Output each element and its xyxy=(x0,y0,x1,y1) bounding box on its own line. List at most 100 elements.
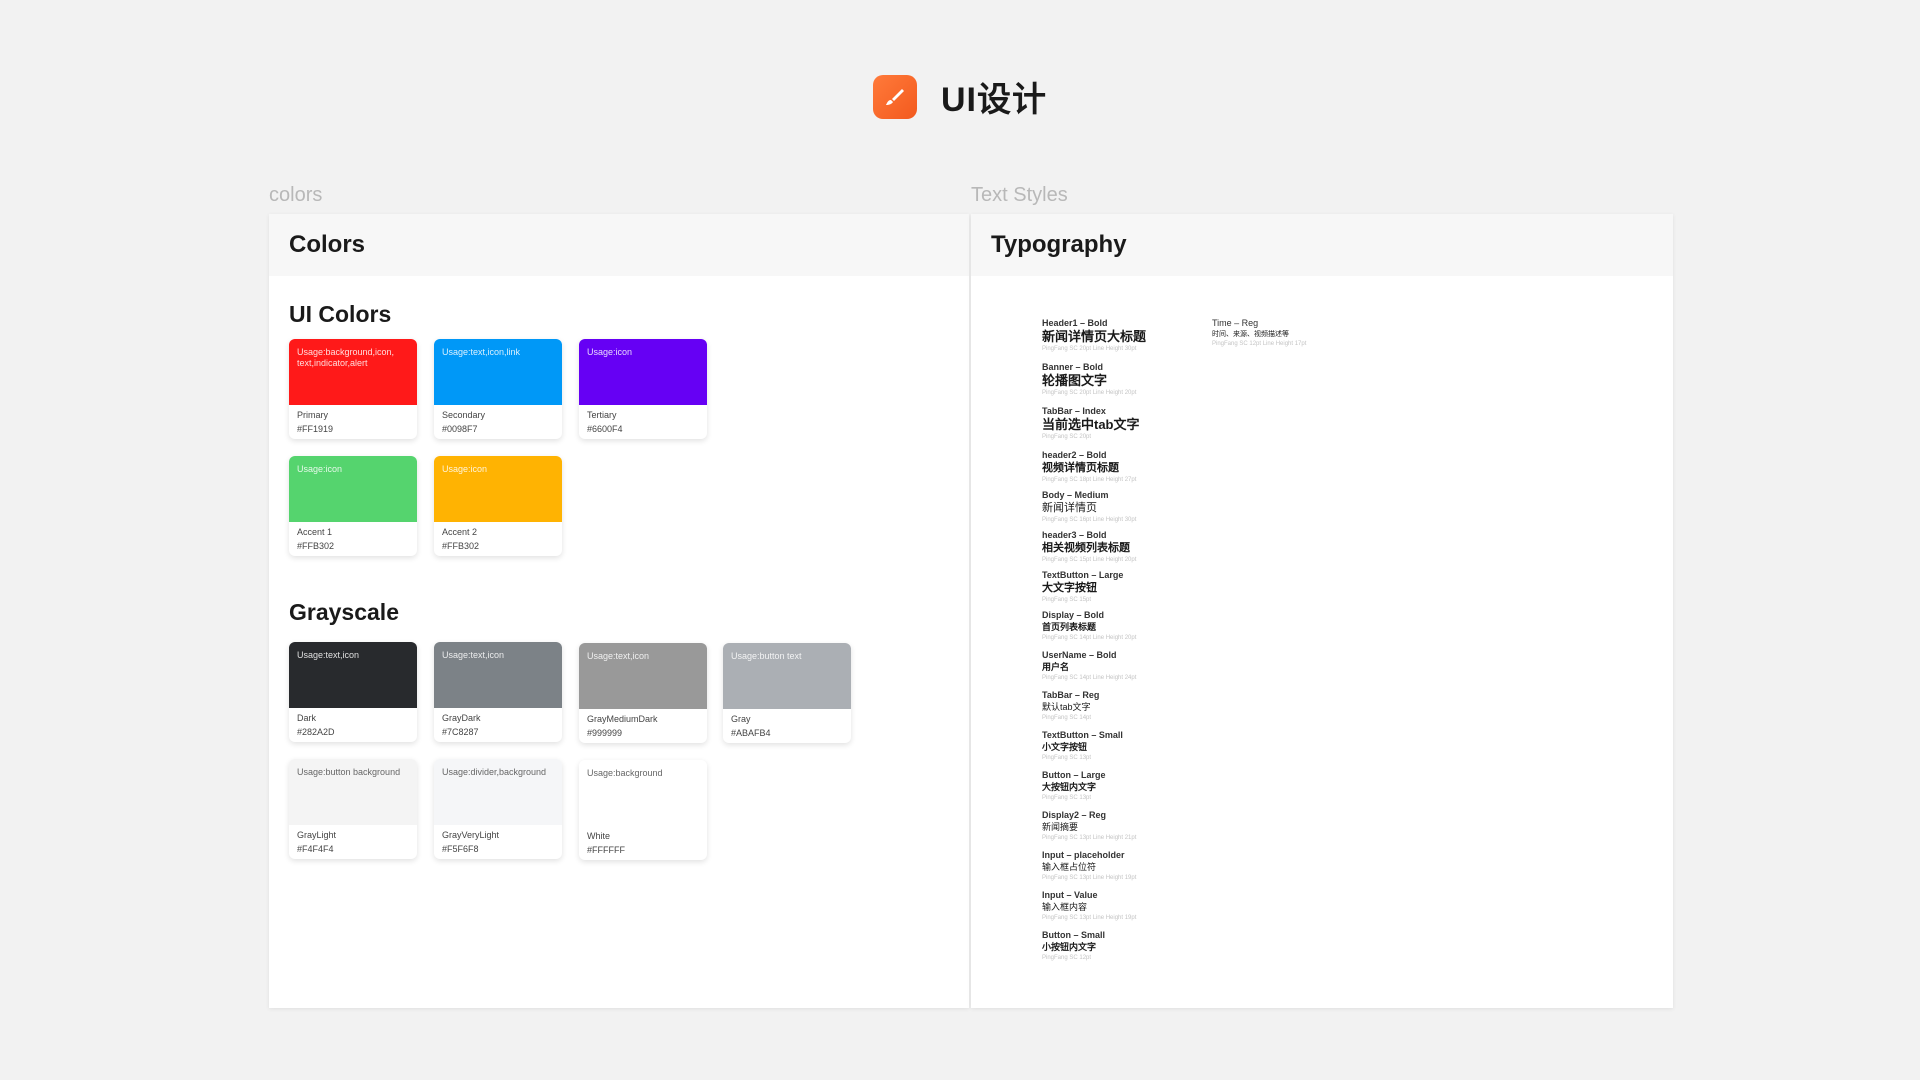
type-label: Input – Value xyxy=(1042,890,1098,900)
swatch-usage: Usage:divider,background xyxy=(442,767,547,777)
colors-board-header: Colors xyxy=(269,214,969,276)
text-styles-caption: Text Styles xyxy=(971,184,1068,206)
swatch-hex: #7C8287 xyxy=(442,727,479,737)
type-label: Body – Medium xyxy=(1042,490,1109,500)
swatch-fill: Usage:background xyxy=(579,760,707,826)
colors-caption: colors xyxy=(269,184,323,206)
swatch-tertiary[interactable]: Usage:icon Tertiary #6600F4 xyxy=(579,339,707,439)
type-spec: PingFang SC 12pt xyxy=(1042,955,1092,961)
swatch-secondary[interactable]: Usage:text,icon,link Secondary #0098F7 xyxy=(434,339,562,439)
type-sample: 小文字按钮 xyxy=(1042,742,1088,752)
swatch-dark[interactable]: Usage:text,icon Dark #282A2D xyxy=(289,642,417,742)
type-label: Input – placeholder xyxy=(1042,850,1125,860)
type-sample: 新闻详情页 xyxy=(1042,502,1097,514)
swatch-name: GrayMediumDark xyxy=(587,714,658,724)
type-label: Time – Reg xyxy=(1212,318,1259,328)
swatch-hex: #FF1919 xyxy=(297,424,334,434)
swatch-accent-1[interactable]: Usage:icon Accent 1 #FFB302 xyxy=(289,456,417,556)
type-style-textbutton-large: TextButton – Large 大文字按钮 PingFang SC 15p… xyxy=(1042,569,1123,605)
colors-board-title: Colors xyxy=(289,231,366,258)
type-label: TabBar – Index xyxy=(1042,406,1106,416)
grayscale-title: Grayscale xyxy=(289,599,399,625)
swatch-usage: Usage:text,icon xyxy=(587,651,650,661)
type-label: TextButton – Small xyxy=(1042,730,1123,740)
swatch-meta: Secondary #0098F7 xyxy=(434,405,562,436)
swatch-meta: GrayLight #F4F4F4 xyxy=(289,825,417,856)
swatch-hex: #999999 xyxy=(587,728,623,738)
swatch-fill: Usage:text,icon xyxy=(579,643,707,709)
swatch-name: Gray xyxy=(731,714,751,724)
swatch-name: White xyxy=(587,831,611,841)
swatch-meta: Dark #282A2D xyxy=(289,708,417,739)
swatch-gray[interactable]: Usage:button text Gray #ABAFB4 xyxy=(723,643,851,743)
type-sample: 相关视频列表标题 xyxy=(1042,542,1130,554)
swatch-hex: #FFFFFF xyxy=(587,845,625,855)
type-sample: 大按钮内文字 xyxy=(1042,782,1097,792)
type-spec: PingFang SC 20pt Line Height 20pt xyxy=(1042,390,1137,396)
type-sample: 输入框内容 xyxy=(1042,902,1088,912)
type-spec: PingFang SC 16pt Line Height 30pt xyxy=(1042,517,1137,523)
type-sample: 输入框占位符 xyxy=(1042,862,1097,872)
type-spec: PingFang SC 13pt Line Height 19pt xyxy=(1042,875,1137,881)
swatch-gray-dark[interactable]: Usage:text,icon GrayDark #7C8287 xyxy=(434,642,562,742)
swatch-fill: Usage:background,icon, text,indicator,al… xyxy=(289,339,417,405)
type-style-button-large: Button – Large 大按钮内文字 PingFang SC 13pt xyxy=(1042,769,1106,803)
swatch-fill: Usage:icon xyxy=(579,339,707,405)
swatch-accent-2[interactable]: Usage:icon Accent 2 #FFB302 xyxy=(434,456,562,556)
swatch-primary[interactable]: Usage:background,icon, text,indicator,al… xyxy=(289,339,417,439)
swatch-name: GrayLight xyxy=(297,830,337,840)
type-sample: 大文字按钮 xyxy=(1042,582,1097,594)
swatch-fill: Usage:icon xyxy=(434,456,562,522)
type-label: header2 – Bold xyxy=(1042,450,1107,460)
swatch-usage: Usage:text,icon,link xyxy=(442,347,521,357)
swatch-usage: Usage:background xyxy=(587,768,663,778)
type-style-header2: header2 – Bold 视频详情页标题 PingFang SC 18pt … xyxy=(1042,449,1136,485)
swatch-fill: Usage:text,icon xyxy=(289,642,417,708)
type-style-input-value: Input – Value 输入框内容 PingFang SC 13pt Lin… xyxy=(1042,889,1136,923)
typography-board: Typography Header1 – Bold 新闻详情页大标题 PingF… xyxy=(971,214,1673,1008)
app-header: UI设计 xyxy=(0,72,1920,121)
swatch-usage: Usage:background,icon, text,indicator,al… xyxy=(297,347,395,368)
type-spec: PingFang SC 14pt Line Height 20pt xyxy=(1042,635,1137,641)
type-style-tabbar-reg: TabBar – Reg 默认tab文字 PingFang SC 14pt xyxy=(1042,689,1099,723)
type-sample: 新闻摘要 xyxy=(1042,822,1079,832)
type-style-body: Body – Medium 新闻详情页 PingFang SC 16pt Lin… xyxy=(1042,489,1136,525)
type-sample: 轮播图文字 xyxy=(1042,373,1108,388)
type-label: Display – Bold xyxy=(1042,610,1105,620)
swatch-meta: Accent 2 #FFB302 xyxy=(434,522,562,553)
app-title: UI设计 xyxy=(941,81,1047,119)
swatch-hex: #FFB302 xyxy=(297,541,335,551)
type-label: header3 – Bold xyxy=(1042,530,1107,540)
type-style-header3: header3 – Bold 相关视频列表标题 PingFang SC 15pt… xyxy=(1042,529,1136,565)
swatch-meta: Primary #FF1919 xyxy=(289,405,417,436)
type-label: TabBar – Reg xyxy=(1042,690,1100,700)
swatch-gray-light[interactable]: Usage:button background GrayLight #F4F4F4 xyxy=(289,759,417,859)
swatch-name: GrayDark xyxy=(442,713,481,723)
type-sample: 小按钮内文字 xyxy=(1042,942,1097,952)
type-style-banner: Banner – Bold 轮播图文字 PingFang SC 20pt Lin… xyxy=(1042,361,1136,398)
type-spec: PingFang SC 15pt Line Height 20pt xyxy=(1042,557,1137,563)
type-sample: 新闻详情页大标题 xyxy=(1042,329,1147,344)
type-sample: 时间、来源、视频描述等 xyxy=(1212,331,1289,338)
type-spec: PingFang SC 14pt xyxy=(1042,715,1092,721)
type-label: TextButton – Large xyxy=(1042,570,1124,580)
swatch-fill: Usage:icon xyxy=(289,456,417,522)
type-spec: PingFang SC 15pt xyxy=(1042,597,1092,603)
swatch-hex: #F4F4F4 xyxy=(297,844,334,854)
type-sample: 首页列表标题 xyxy=(1042,622,1097,632)
type-sample: 默认tab文字 xyxy=(1042,702,1091,712)
swatch-usage: Usage:icon xyxy=(297,464,343,474)
swatch-hex: #282A2D xyxy=(297,727,335,737)
typography-board-title: Typography xyxy=(991,231,1127,258)
brush-icon xyxy=(873,74,917,119)
swatch-meta: GrayVeryLight #F5F6F8 xyxy=(434,825,562,856)
swatch-meta: Accent 1 #FFB302 xyxy=(289,522,417,553)
swatch-meta: GrayDark #7C8287 xyxy=(434,708,562,739)
type-spec: PingFang SC 14pt Line Height 24pt xyxy=(1042,675,1137,681)
type-spec: PingFang SC 13pt xyxy=(1042,755,1092,761)
swatch-white[interactable]: Usage:background White #FFFFFF xyxy=(579,760,707,860)
swatch-usage: Usage:text,icon xyxy=(442,650,505,660)
swatch-gray-very-light[interactable]: Usage:divider,background GrayVeryLight #F… xyxy=(434,759,562,859)
swatch-gray-medium-dark[interactable]: Usage:text,icon GrayMediumDark #999999 xyxy=(579,643,707,743)
swatch-meta: White #FFFFFF xyxy=(579,826,707,857)
